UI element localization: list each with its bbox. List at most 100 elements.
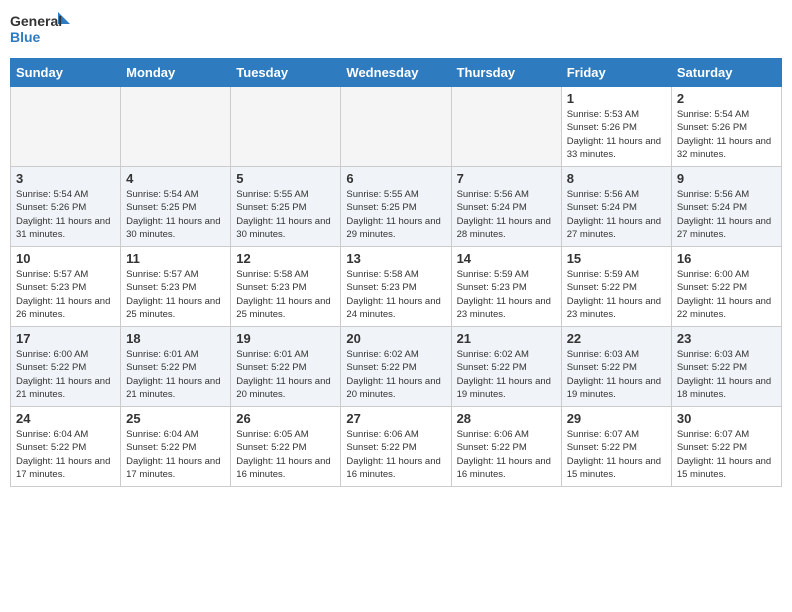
day-info: Sunrise: 5:58 AM Sunset: 5:23 PM Dayligh…	[236, 268, 335, 321]
calendar-cell: 22 Sunrise: 6:03 AM Sunset: 5:22 PM Dayli…	[561, 327, 671, 407]
day-number: 6	[346, 171, 445, 186]
calendar-cell	[121, 87, 231, 167]
calendar-cell: 10 Sunrise: 5:57 AM Sunset: 5:23 PM Dayli…	[11, 247, 121, 327]
calendar-cell	[231, 87, 341, 167]
logo-svg: GeneralBlue	[10, 10, 70, 50]
calendar-cell: 18 Sunrise: 6:01 AM Sunset: 5:22 PM Dayli…	[121, 327, 231, 407]
day-info: Sunrise: 6:02 AM Sunset: 5:22 PM Dayligh…	[457, 348, 556, 401]
day-info: Sunrise: 5:55 AM Sunset: 5:25 PM Dayligh…	[346, 188, 445, 241]
day-info: Sunrise: 5:55 AM Sunset: 5:25 PM Dayligh…	[236, 188, 335, 241]
calendar-cell: 1 Sunrise: 5:53 AM Sunset: 5:26 PM Daylig…	[561, 87, 671, 167]
calendar-cell: 24Sunrise: 6:04 AM Sunset: 5:22 PM Dayli…	[11, 407, 121, 487]
calendar-week-row: 24Sunrise: 6:04 AM Sunset: 5:22 PM Dayli…	[11, 407, 782, 487]
day-info: Sunrise: 6:07 AM Sunset: 5:22 PM Dayligh…	[677, 428, 776, 481]
day-number: 27	[346, 411, 445, 426]
day-info: Sunrise: 5:57 AM Sunset: 5:23 PM Dayligh…	[16, 268, 115, 321]
day-number: 3	[16, 171, 115, 186]
weekday-header-tuesday: Tuesday	[231, 59, 341, 87]
day-number: 18	[126, 331, 225, 346]
day-info: Sunrise: 6:01 AM Sunset: 5:22 PM Dayligh…	[126, 348, 225, 401]
day-number: 23	[677, 331, 776, 346]
day-info: Sunrise: 5:58 AM Sunset: 5:23 PM Dayligh…	[346, 268, 445, 321]
calendar-cell: 13 Sunrise: 5:58 AM Sunset: 5:23 PM Dayli…	[341, 247, 451, 327]
calendar-cell: 26 Sunrise: 6:05 AM Sunset: 5:22 PM Dayli…	[231, 407, 341, 487]
day-info: Sunrise: 6:06 AM Sunset: 5:22 PM Dayligh…	[457, 428, 556, 481]
day-info: Sunrise: 6:05 AM Sunset: 5:22 PM Dayligh…	[236, 428, 335, 481]
calendar-cell: 27 Sunrise: 6:06 AM Sunset: 5:22 PM Dayli…	[341, 407, 451, 487]
weekday-header-wednesday: Wednesday	[341, 59, 451, 87]
calendar-cell: 25 Sunrise: 6:04 AM Sunset: 5:22 PM Dayli…	[121, 407, 231, 487]
calendar-cell: 3 Sunrise: 5:54 AM Sunset: 5:26 PM Daylig…	[11, 167, 121, 247]
calendar-cell: 16 Sunrise: 6:00 AM Sunset: 5:22 PM Dayli…	[671, 247, 781, 327]
calendar-cell: 29 Sunrise: 6:07 AM Sunset: 5:22 PM Dayli…	[561, 407, 671, 487]
day-number: 2	[677, 91, 776, 106]
day-number: 29	[567, 411, 666, 426]
day-number: 12	[236, 251, 335, 266]
calendar-cell: 19 Sunrise: 6:01 AM Sunset: 5:22 PM Dayli…	[231, 327, 341, 407]
day-info: Sunrise: 6:06 AM Sunset: 5:22 PM Dayligh…	[346, 428, 445, 481]
calendar-week-row: 1 Sunrise: 5:53 AM Sunset: 5:26 PM Daylig…	[11, 87, 782, 167]
page-header: GeneralBlue	[10, 10, 782, 50]
day-info: Sunrise: 5:54 AM Sunset: 5:26 PM Dayligh…	[677, 108, 776, 161]
day-number: 15	[567, 251, 666, 266]
calendar-cell: 7 Sunrise: 5:56 AM Sunset: 5:24 PM Daylig…	[451, 167, 561, 247]
day-number: 22	[567, 331, 666, 346]
calendar-cell: 12 Sunrise: 5:58 AM Sunset: 5:23 PM Dayli…	[231, 247, 341, 327]
day-number: 26	[236, 411, 335, 426]
day-info: Sunrise: 5:56 AM Sunset: 5:24 PM Dayligh…	[677, 188, 776, 241]
day-info: Sunrise: 5:59 AM Sunset: 5:23 PM Dayligh…	[457, 268, 556, 321]
calendar-cell: 23 Sunrise: 6:03 AM Sunset: 5:22 PM Dayli…	[671, 327, 781, 407]
calendar-cell: 5 Sunrise: 5:55 AM Sunset: 5:25 PM Daylig…	[231, 167, 341, 247]
day-number: 19	[236, 331, 335, 346]
calendar-cell	[11, 87, 121, 167]
day-number: 30	[677, 411, 776, 426]
weekday-header-friday: Friday	[561, 59, 671, 87]
calendar-cell: 17 Sunrise: 6:00 AM Sunset: 5:22 PM Dayli…	[11, 327, 121, 407]
day-number: 1	[567, 91, 666, 106]
day-number: 9	[677, 171, 776, 186]
day-info: Sunrise: 6:01 AM Sunset: 5:22 PM Dayligh…	[236, 348, 335, 401]
day-info: Sunrise: 5:54 AM Sunset: 5:26 PM Dayligh…	[16, 188, 115, 241]
day-number: 25	[126, 411, 225, 426]
day-info: Sunrise: 6:04 AM Sunset: 5:22 PM Dayligh…	[126, 428, 225, 481]
day-info: Sunrise: 5:53 AM Sunset: 5:26 PM Dayligh…	[567, 108, 666, 161]
day-number: 11	[126, 251, 225, 266]
calendar-cell: 14 Sunrise: 5:59 AM Sunset: 5:23 PM Dayli…	[451, 247, 561, 327]
day-number: 14	[457, 251, 556, 266]
day-number: 21	[457, 331, 556, 346]
calendar-cell	[451, 87, 561, 167]
day-number: 17	[16, 331, 115, 346]
calendar-cell: 8 Sunrise: 5:56 AM Sunset: 5:24 PM Daylig…	[561, 167, 671, 247]
day-info: Sunrise: 6:07 AM Sunset: 5:22 PM Dayligh…	[567, 428, 666, 481]
day-number: 8	[567, 171, 666, 186]
calendar-week-row: 17 Sunrise: 6:00 AM Sunset: 5:22 PM Dayli…	[11, 327, 782, 407]
calendar-week-row: 10 Sunrise: 5:57 AM Sunset: 5:23 PM Dayli…	[11, 247, 782, 327]
day-number: 16	[677, 251, 776, 266]
calendar-cell: 11Sunrise: 5:57 AM Sunset: 5:23 PM Dayli…	[121, 247, 231, 327]
day-number: 4	[126, 171, 225, 186]
day-number: 20	[346, 331, 445, 346]
day-info: Sunrise: 6:00 AM Sunset: 5:22 PM Dayligh…	[677, 268, 776, 321]
day-info: Sunrise: 5:56 AM Sunset: 5:24 PM Dayligh…	[457, 188, 556, 241]
day-number: 7	[457, 171, 556, 186]
day-info: Sunrise: 6:03 AM Sunset: 5:22 PM Dayligh…	[677, 348, 776, 401]
calendar-cell: 15 Sunrise: 5:59 AM Sunset: 5:22 PM Dayli…	[561, 247, 671, 327]
logo: GeneralBlue	[10, 10, 70, 50]
day-info: Sunrise: 6:00 AM Sunset: 5:22 PM Dayligh…	[16, 348, 115, 401]
calendar-cell: 4Sunrise: 5:54 AM Sunset: 5:25 PM Daylig…	[121, 167, 231, 247]
day-info: Sunrise: 5:56 AM Sunset: 5:24 PM Dayligh…	[567, 188, 666, 241]
day-number: 13	[346, 251, 445, 266]
svg-text:Blue: Blue	[10, 29, 41, 45]
day-number: 10	[16, 251, 115, 266]
day-number: 5	[236, 171, 335, 186]
calendar-table: SundayMondayTuesdayWednesdayThursdayFrid…	[10, 58, 782, 487]
weekday-header-row: SundayMondayTuesdayWednesdayThursdayFrid…	[11, 59, 782, 87]
calendar-cell: 20Sunrise: 6:02 AM Sunset: 5:22 PM Dayli…	[341, 327, 451, 407]
svg-text:General: General	[10, 13, 62, 29]
calendar-cell: 28 Sunrise: 6:06 AM Sunset: 5:22 PM Dayli…	[451, 407, 561, 487]
day-info: Sunrise: 6:04 AM Sunset: 5:22 PM Dayligh…	[16, 428, 115, 481]
calendar-cell: 9 Sunrise: 5:56 AM Sunset: 5:24 PM Daylig…	[671, 167, 781, 247]
day-number: 28	[457, 411, 556, 426]
day-info: Sunrise: 5:59 AM Sunset: 5:22 PM Dayligh…	[567, 268, 666, 321]
day-info: Sunrise: 6:03 AM Sunset: 5:22 PM Dayligh…	[567, 348, 666, 401]
